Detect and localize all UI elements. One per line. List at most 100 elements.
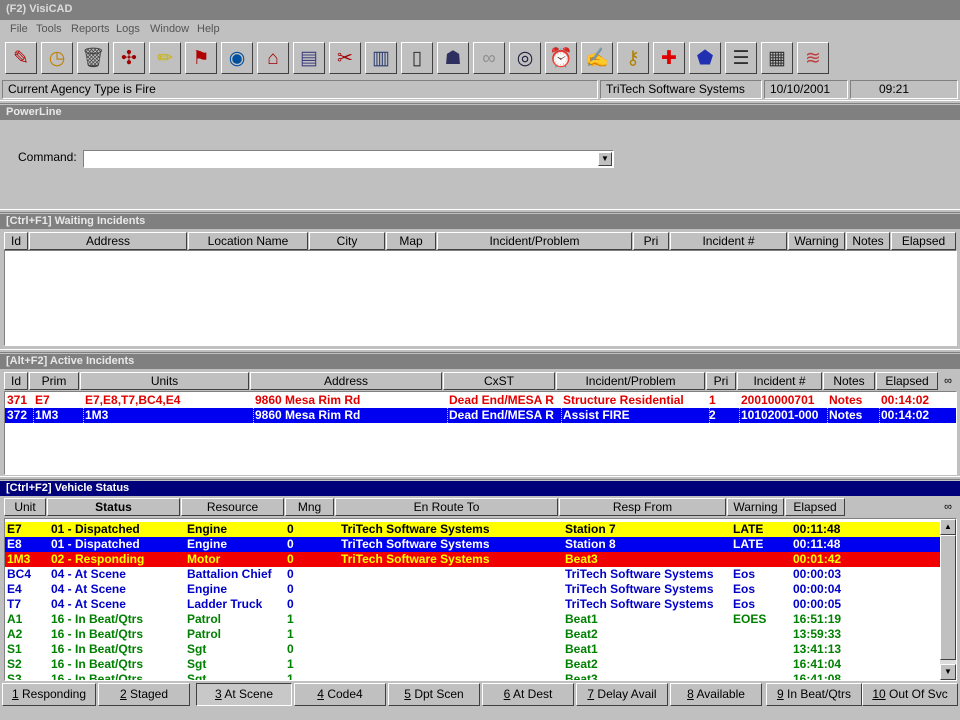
menu-logs[interactable]: Logs	[116, 23, 140, 35]
vehicles-header-warning[interactable]: Warning	[727, 498, 784, 516]
active-header-prim[interactable]: Prim	[29, 372, 79, 390]
scroll-down-button[interactable]: ▼	[940, 664, 956, 680]
vehicles-header-unit[interactable]: Unit	[4, 498, 46, 516]
table-row[interactable]: T7 04 - At Scene Ladder Truck 0 TriTech Soft…	[5, 597, 940, 612]
waiting-header-warning[interactable]: Warning	[788, 232, 845, 250]
graph-button[interactable]: ≋	[797, 42, 829, 74]
status-button-8[interactable]: 8 Available	[670, 683, 762, 706]
status-button-4[interactable]: 4 Code4	[294, 683, 386, 706]
vehicles-header-mng[interactable]: Mng	[285, 498, 334, 516]
police-badge-button[interactable]: ⬟	[689, 42, 721, 74]
waiting-header-problem[interactable]: Incident/Problem	[437, 232, 632, 250]
clock-button[interactable]: ◷	[41, 42, 73, 74]
cell-elapsed: 13:59:33	[793, 627, 842, 641]
table-row[interactable]: E7 01 - Dispatched Engine 0 TriTech Software…	[5, 522, 940, 537]
active-header-id[interactable]: Id	[4, 372, 28, 390]
waiting-header-address[interactable]: Address	[29, 232, 187, 250]
status-button-6[interactable]: 6 At Dest	[482, 683, 574, 706]
status-button-9[interactable]: 9 In Beat/Qtrs	[766, 683, 862, 706]
table-row[interactable]: A2 16 - In Beat/Qtrs Patrol 1 Beat2 13:59:33	[5, 627, 940, 642]
command-input[interactable]: ▼	[83, 150, 614, 168]
network-button[interactable]: ✣	[113, 42, 145, 74]
globe-button[interactable]: ◉	[221, 42, 253, 74]
status-button-5[interactable]: 5 Dpt Scen	[388, 683, 480, 706]
cell-status: 04 - At Scene	[51, 597, 126, 611]
scroll-up-button[interactable]: ▲	[940, 519, 956, 535]
vehicles-header-resp[interactable]: Resp From	[559, 498, 726, 516]
table-row[interactable]: 1M3 02 - Responding Motor 0 TriTech Software…	[5, 552, 940, 567]
waiting-header-city[interactable]: City	[309, 232, 385, 250]
cell-id: 372	[7, 408, 28, 422]
menu-window[interactable]: Window	[150, 23, 189, 35]
menu-reports[interactable]: Reports	[71, 23, 110, 35]
active-header-incident[interactable]: Incident #	[737, 372, 822, 390]
binoculars-icon[interactable]: ∞	[940, 498, 956, 516]
vehicles-header-resource[interactable]: Resource	[181, 498, 284, 516]
shortcut-key: 8	[687, 687, 694, 701]
cell-resource: Patrol	[187, 612, 222, 626]
command-dropdown-button[interactable]: ▼	[598, 152, 612, 166]
vehicles-header-enroute[interactable]: En Route To	[335, 498, 558, 516]
document-button[interactable]: ▥	[365, 42, 397, 74]
active-header-cxst[interactable]: CxST	[443, 372, 555, 390]
cell-pri: 1	[709, 393, 716, 407]
tools-button[interactable]: ✂	[329, 42, 361, 74]
table-row[interactable]: A1 16 - In Beat/Qtrs Patrol 1 Beat1 EOES 16:51…	[5, 612, 940, 627]
cell-warning: Eos	[733, 567, 756, 581]
radio-tower-button[interactable]: ⚑	[185, 42, 217, 74]
waiting-header-elapsed[interactable]: Elapsed	[891, 232, 956, 250]
table-row[interactable]: BC4 04 - At Scene Battalion Chief 0 TriTech …	[5, 567, 940, 582]
table-row[interactable]: S2 16 - In Beat/Qtrs Sgt 1 Beat2 16:41:04	[5, 657, 940, 672]
unit-button[interactable]: ✎	[5, 42, 37, 74]
active-header-elapsed[interactable]: Elapsed	[876, 372, 938, 390]
status-button-10[interactable]: 10 Out Of Svc	[862, 683, 958, 706]
notepad-button[interactable]: ✍	[581, 42, 613, 74]
active-incidents-list[interactable]: 371 E7 E7,E8,T7,BC4,E4 9860 Mesa Rim Rd Dead…	[4, 391, 957, 475]
vehicle-scrollbar[interactable]: ▲ ▼	[940, 519, 956, 680]
active-header-units[interactable]: Units	[80, 372, 249, 390]
vehicle-status-list[interactable]: ▲ ▼ E7 01 - Dispatched Engine 0 TriTech Soft…	[4, 518, 957, 681]
waiting-incidents-list[interactable]	[4, 250, 957, 346]
vehicles-header-elapsed[interactable]: Elapsed	[785, 498, 845, 516]
status-button-3[interactable]: 3 At Scene	[196, 683, 292, 706]
trash-button[interactable]: 🗑	[77, 42, 109, 74]
active-header-problem[interactable]: Incident/Problem	[556, 372, 705, 390]
menu-file[interactable]: File	[10, 23, 28, 35]
book-button[interactable]: ▯	[401, 42, 433, 74]
key-button[interactable]: ⚷	[617, 42, 649, 74]
eye-button[interactable]: ◎	[509, 42, 541, 74]
table-row[interactable]: S3 16 - In Beat/Qtrs Sgt 1 Beat3 16:41:08	[5, 672, 940, 680]
form-button[interactable]: ▦	[761, 42, 793, 74]
active-header-pri[interactable]: Pri	[706, 372, 736, 390]
active-header-notes[interactable]: Notes	[823, 372, 875, 390]
red-cross-button[interactable]: ✚	[653, 42, 685, 74]
table-row[interactable]: 371 E7 E7,E8,T7,BC4,E4 9860 Mesa Rim Rd Dead…	[5, 393, 956, 408]
waiting-header-location[interactable]: Location Name	[188, 232, 308, 250]
people-button[interactable]: ☗	[437, 42, 469, 74]
status-button-7[interactable]: 7 Delay Avail	[576, 683, 668, 706]
waiting-header-pri[interactable]: Pri	[633, 232, 669, 250]
status-button-2[interactable]: 2 Staged	[98, 683, 190, 706]
highlighter-button[interactable]: ✏	[149, 42, 181, 74]
active-header-address[interactable]: Address	[250, 372, 442, 390]
table-row[interactable]: 372 1M3 1M3 9860 Mesa Rim Rd Dead End/MESA R…	[5, 408, 956, 423]
handshake-button[interactable]: ∞	[473, 42, 505, 74]
waiting-header-notes[interactable]: Notes	[846, 232, 890, 250]
table-row[interactable]: E4 04 - At Scene Engine 0 TriTech Software S…	[5, 582, 940, 597]
printer-button[interactable]: ▤	[293, 42, 325, 74]
trash-icon: 🗑	[80, 47, 106, 69]
vehicles-header-status[interactable]: Status	[47, 498, 180, 516]
table-row[interactable]: E8 01 - Dispatched Engine 0 TriTech Software…	[5, 537, 940, 552]
waiting-header-incident[interactable]: Incident #	[670, 232, 787, 250]
status-button-1[interactable]: 1 Responding	[2, 683, 96, 706]
table-row[interactable]: S1 16 - In Beat/Qtrs Sgt 0 Beat1 13:41:13	[5, 642, 940, 657]
binoculars-icon[interactable]: ∞	[940, 372, 956, 390]
list-button[interactable]: ☰	[725, 42, 757, 74]
alarm-clock-button[interactable]: ⏰	[545, 42, 577, 74]
menu-tools[interactable]: Tools	[36, 23, 62, 35]
waiting-header-map[interactable]: Map	[386, 232, 436, 250]
menu-help[interactable]: Help	[197, 23, 220, 35]
firehouse-button[interactable]: ⌂	[257, 42, 289, 74]
scroll-thumb[interactable]	[940, 535, 956, 660]
waiting-header-id[interactable]: Id	[4, 232, 28, 250]
